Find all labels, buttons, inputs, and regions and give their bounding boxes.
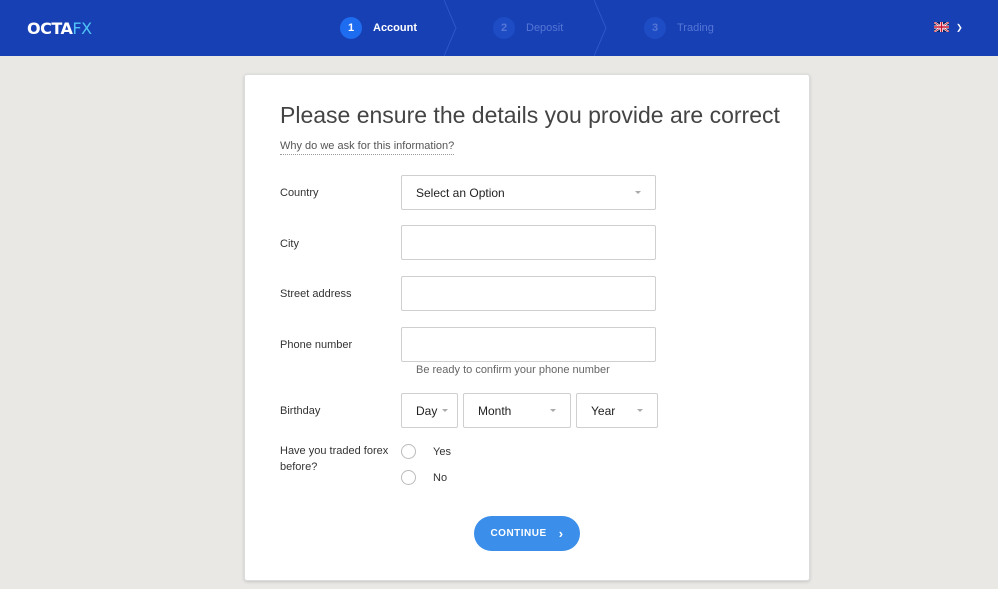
radio-no-label: No (433, 471, 448, 484)
chevron-down-icon (637, 409, 643, 412)
logo-text-octa: OCTA (27, 19, 73, 38)
forex-no-option[interactable]: No (401, 470, 447, 485)
phone-hint: Be ready to confirm your phone number (416, 364, 610, 376)
year-select-value: Year (591, 403, 616, 418)
forex-question-line2: before? (280, 461, 318, 473)
continue-label: CONTINUE (490, 528, 547, 539)
radio-no[interactable] (401, 470, 416, 485)
country-select[interactable]: Select an Option (401, 175, 656, 210)
day-select-value: Day (416, 403, 438, 418)
birthday-label: Birthday (280, 405, 321, 417)
step-label: Trading (677, 22, 714, 34)
chevron-right-icon: › (558, 526, 564, 541)
phone-label: Phone number (280, 339, 353, 351)
forex-question-label: Have you traded forex before? (280, 443, 388, 475)
radio-yes-label: Yes (433, 445, 451, 458)
phone-input[interactable] (402, 328, 655, 361)
street-label: Street address (280, 288, 352, 300)
octafx-logo[interactable]: OCTAFX (27, 19, 92, 38)
street-field[interactable] (401, 276, 656, 311)
details-form-card: Please ensure the details you provide ar… (244, 74, 810, 581)
step-label: Deposit (526, 22, 564, 34)
city-input[interactable] (402, 226, 655, 259)
step-number: 2 (493, 17, 515, 39)
forex-question-line1: Have you traded forex (280, 445, 389, 457)
chevron-down-icon (442, 409, 449, 412)
step-number: 3 (644, 17, 666, 39)
country-label: Country (280, 187, 319, 199)
page-title: Please ensure the details you provide ar… (280, 102, 780, 128)
why-info-link[interactable]: Why do we ask for this information? (280, 140, 455, 155)
step-account: 1 Account (340, 17, 417, 39)
birthday-year-select[interactable]: Year (576, 393, 658, 428)
uk-flag-icon (934, 22, 949, 32)
month-select-value: Month (478, 403, 512, 418)
step-number: 1 (340, 17, 362, 39)
phone-field[interactable] (401, 327, 656, 362)
birthday-month-select[interactable]: Month (463, 393, 571, 428)
step-separator-icon (594, 0, 607, 56)
step-separator-icon (444, 0, 457, 56)
logo-text-fx: FX (72, 19, 92, 38)
top-bar: OCTAFX 1 Account 2 Deposit 3 Trading ❯ (0, 0, 998, 56)
birthday-day-select[interactable]: Day (401, 393, 458, 428)
step-deposit: 2 Deposit (493, 17, 563, 39)
country-select-value: Select an Option (416, 185, 505, 200)
step-label: Account (373, 22, 417, 34)
forex-yes-option[interactable]: Yes (401, 444, 451, 459)
continue-button[interactable]: CONTINUE › (474, 516, 580, 551)
language-selector[interactable]: ❯ (934, 22, 963, 32)
step-trading: 3 Trading (644, 17, 714, 39)
radio-yes[interactable] (401, 444, 416, 459)
chevron-down-icon: ❯ (956, 22, 963, 32)
city-field[interactable] (401, 225, 656, 260)
chevron-down-icon (635, 191, 641, 194)
city-label: City (280, 238, 299, 250)
chevron-down-icon (550, 409, 556, 412)
street-input[interactable] (402, 277, 655, 310)
